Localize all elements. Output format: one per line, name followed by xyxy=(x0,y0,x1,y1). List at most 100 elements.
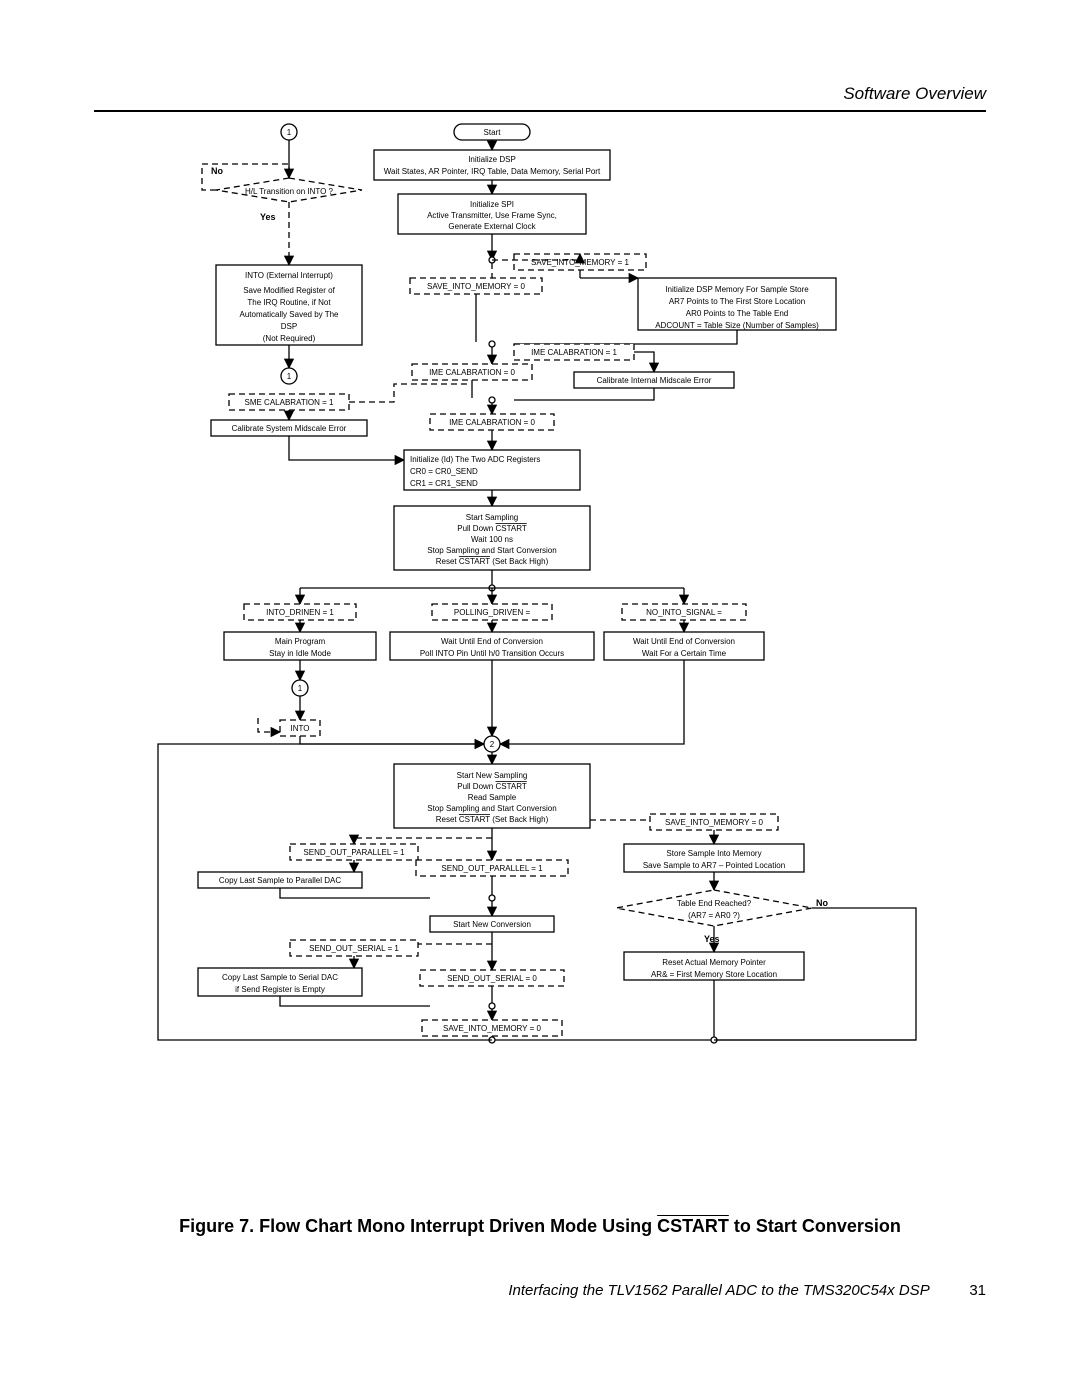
node-start: Start xyxy=(454,124,530,140)
footer-page-number: 31 xyxy=(933,1282,986,1299)
svg-text:SAVE_INTO_MEMORY = 0: SAVE_INTO_MEMORY = 0 xyxy=(665,818,763,827)
svg-text:H/L Transition on INTO ?: H/L Transition on INTO ? xyxy=(245,187,334,196)
node-ime-1: IME CALABRATION = 1 xyxy=(514,344,634,360)
svg-text:Reset Actual Memory Pointer: Reset Actual Memory Pointer xyxy=(662,958,766,967)
figure-caption: Figure 7. Flow Chart Mono Interrupt Driv… xyxy=(0,1216,1080,1237)
svg-text:SAVE_INTO_MEMORY = 0: SAVE_INTO_MEMORY = 0 xyxy=(427,282,525,291)
flowchart-figure: 1 Start Initialize DSP Wait States, AR P… xyxy=(94,120,986,1090)
header-rule xyxy=(94,110,986,112)
svg-text:1: 1 xyxy=(287,372,292,381)
node-table-end: Table End Reached? (AR7 = AR0 ?) xyxy=(616,890,812,926)
svg-text:CR1 = CR1_SEND: CR1 = CR1_SEND xyxy=(410,479,478,488)
footer-doc-title: Interfacing the TLV1562 Parallel ADC to … xyxy=(508,1282,929,1299)
svg-text:SEND_OUT_PARALLEL = 1: SEND_OUT_PARALLEL = 1 xyxy=(303,848,405,857)
node-store: Store Sample Into Memory Save Sample to … xyxy=(624,844,804,872)
svg-text:INTO (External Interrupt): INTO (External Interrupt) xyxy=(245,271,333,280)
svg-text:Stop Sampling and Start Conver: Stop Sampling and Start Conversion xyxy=(427,804,556,813)
svg-text:Yes: Yes xyxy=(704,934,720,944)
svg-text:if Send Register is Empty: if Send Register is Empty xyxy=(235,985,325,994)
svg-text:Initialize DSP: Initialize DSP xyxy=(468,155,516,164)
svg-text:Initialize DSP Memory For Samp: Initialize DSP Memory For Sample Store xyxy=(665,285,809,294)
node-no-into: NO_INTO_SIGNAL = xyxy=(622,604,746,620)
svg-text:The IRQ Routine, if Not: The IRQ Routine, if Not xyxy=(247,298,331,307)
svg-text:Yes: Yes xyxy=(260,212,276,222)
svg-text:AR0 Points to The Table End: AR0 Points to The Table End xyxy=(686,309,788,318)
section-title-label: Software Overview xyxy=(843,84,986,103)
svg-text:Start New Sampling: Start New Sampling xyxy=(457,771,528,780)
node-start-new-conv: Start New Conversion xyxy=(430,916,554,932)
svg-text:Wait For a Certain Time: Wait For a Certain Time xyxy=(642,649,727,658)
node-send-par-0: SEND_OUT_PARALLEL = 1 xyxy=(416,860,568,876)
node-ime-0b: IME CALABRATION = 0 xyxy=(430,414,554,430)
node-poll: Wait Until End of Conversion Poll INTO P… xyxy=(390,632,594,660)
node-save-mem-0b: SAVE_INTO_MEMORY = 0 xyxy=(422,1020,562,1036)
node-init-spi: Initialize SPI Active Transmitter, Use F… xyxy=(398,194,586,234)
node-save-mem-0: SAVE_INTO_MEMORY = 0 xyxy=(410,278,542,294)
svg-text:Copy Last Sample to Parallel D: Copy Last Sample to Parallel DAC xyxy=(219,876,342,885)
svg-text:Read Sample: Read Sample xyxy=(468,793,517,802)
svg-text:Start Sampling: Start Sampling xyxy=(466,513,518,522)
node-copy-par: Copy Last Sample to Parallel DAC xyxy=(198,872,362,888)
svg-text:Wait States, AR Pointer, IRQ T: Wait States, AR Pointer, IRQ Table, Data… xyxy=(384,167,601,176)
svg-text:Initialize SPI: Initialize SPI xyxy=(470,200,514,209)
svg-text:No: No xyxy=(211,166,223,176)
node-cal-sys: Calibrate System Midscale Error xyxy=(211,420,367,436)
node-save-mem-0r: SAVE_INTO_MEMORY = 0 xyxy=(650,814,778,830)
svg-text:NO_INTO_SIGNAL =: NO_INTO_SIGNAL = xyxy=(646,608,722,617)
node-copy-ser: Copy Last Sample to Serial DAC if Send R… xyxy=(198,968,362,996)
svg-text:Active Transmitter, Use Frame: Active Transmitter, Use Frame Sync, xyxy=(427,211,557,220)
svg-text:ADCOUNT = Table Size (Number o: ADCOUNT = Table Size (Number of Samples) xyxy=(655,321,819,330)
svg-text:DSP: DSP xyxy=(281,322,297,331)
svg-text:Save Modified Register of: Save Modified Register of xyxy=(243,286,335,295)
svg-text:Table End Reached?: Table End Reached? xyxy=(677,899,752,908)
svg-text:Pull Down CSTART: Pull Down CSTART xyxy=(457,524,527,533)
svg-text:Stop Sampling and Start Conver: Stop Sampling and Start Conversion xyxy=(427,546,556,555)
svg-text:Store Sample Into Memory: Store Sample Into Memory xyxy=(666,849,761,858)
svg-text:SEND_OUT_SERIAL = 1: SEND_OUT_SERIAL = 1 xyxy=(309,944,399,953)
svg-text:Wait 100 ns: Wait 100 ns xyxy=(471,535,513,544)
svg-text:No: No xyxy=(816,898,828,908)
svg-text:Automatically Saved by The: Automatically Saved by The xyxy=(239,310,339,319)
svg-text:Save Sample to AR7 – Pointed L: Save Sample to AR7 – Pointed Location xyxy=(643,861,785,870)
svg-text:Wait Until End of Conversion: Wait Until End of Conversion xyxy=(441,637,543,646)
node-into-extint: INTO (External Interrupt) Save Modified … xyxy=(216,265,362,345)
node-cal-int: Calibrate Internal Midscale Error xyxy=(574,372,734,388)
svg-text:INTO: INTO xyxy=(291,724,310,733)
node-into-drinen: INTO_DRINEN = 1 xyxy=(244,604,356,620)
node-reset-ptr: Reset Actual Memory Pointer AR& = First … xyxy=(624,952,804,980)
svg-text:Wait Until End of Conversion: Wait Until End of Conversion xyxy=(633,637,735,646)
svg-text:2: 2 xyxy=(490,740,495,749)
svg-text:Stay in Idle Mode: Stay in Idle Mode xyxy=(269,649,331,658)
node-wait: Wait Until End of Conversion Wait For a … xyxy=(604,632,764,660)
node-start-sampling: Start Sampling Pull Down CSTART Wait 100… xyxy=(394,506,590,570)
node-init-adc: Initialize (Id) The Two ADC Registers CR… xyxy=(404,450,580,490)
svg-text:IME CALABRATION = 0: IME CALABRATION = 0 xyxy=(429,368,515,377)
svg-text:Reset CSTART (Set Back High): Reset CSTART (Set Back High) xyxy=(436,557,549,566)
svg-text:SAVE_INTO_MEMORY = 0: SAVE_INTO_MEMORY = 0 xyxy=(443,1024,541,1033)
node-ime-0: IME CALABRATION = 0 xyxy=(412,364,532,380)
svg-text:AR& = First Memory Store Locat: AR& = First Memory Store Location xyxy=(651,970,777,979)
svg-text:Pull Down CSTART: Pull Down CSTART xyxy=(457,782,527,791)
svg-text:SEND_OUT_PARALLEL = 1: SEND_OUT_PARALLEL = 1 xyxy=(441,864,543,873)
svg-text:Calibrate System Midscale Erro: Calibrate System Midscale Error xyxy=(232,424,347,433)
svg-text:IME CALABRATION = 1: IME CALABRATION = 1 xyxy=(531,348,617,357)
svg-text:IME CALABRATION = 0: IME CALABRATION = 0 xyxy=(449,418,535,427)
svg-text:Start: Start xyxy=(484,128,502,137)
svg-text:INTO_DRINEN = 1: INTO_DRINEN = 1 xyxy=(266,608,334,617)
svg-text:SME CALABRATION = 1: SME CALABRATION = 1 xyxy=(245,398,335,407)
svg-text:POLLING_DRIVEN =: POLLING_DRIVEN = xyxy=(454,608,531,617)
svg-text:1: 1 xyxy=(287,128,292,137)
svg-text:Start New Conversion: Start New Conversion xyxy=(453,920,531,929)
svg-text:Reset CSTART (Set Back High): Reset CSTART (Set Back High) xyxy=(436,815,549,824)
node-send-par-1: SEND_OUT_PARALLEL = 1 xyxy=(290,844,418,860)
node-send-ser-1: SEND_OUT_SERIAL = 1 xyxy=(290,940,418,956)
node-main-prog: Main Program Stay in Idle Mode xyxy=(224,632,376,660)
svg-text:1: 1 xyxy=(298,684,303,693)
svg-text:(AR7 = AR0 ?): (AR7 = AR0 ?) xyxy=(688,911,740,920)
svg-text:Calibrate Internal Midscale Er: Calibrate Internal Midscale Error xyxy=(597,376,712,385)
svg-text:(Not Required): (Not Required) xyxy=(263,334,316,343)
svg-text:AR7 Points to The First Store: AR7 Points to The First Store Location xyxy=(669,297,805,306)
node-sme-1: SME CALABRATION = 1 xyxy=(229,394,349,410)
node-hl-transition: H/L Transition on INTO ? xyxy=(216,178,362,202)
svg-text:CR0 = CR0_SEND: CR0 = CR0_SEND xyxy=(410,467,478,476)
